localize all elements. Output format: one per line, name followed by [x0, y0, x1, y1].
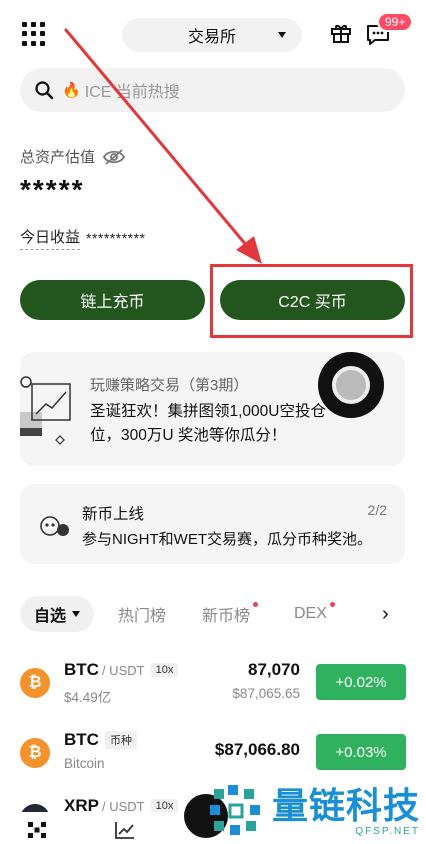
watermark-title: 量链科技 — [272, 784, 421, 826]
market-row[interactable]: ₿ BTC / USDT 10x $4.49亿 87,070 $87,065.6… — [20, 656, 406, 714]
tab-dex[interactable]: DEX — [294, 596, 335, 632]
promo-card-new-listing[interactable]: 新币上线 参与NIGHT和WET交易赛，瓜分币种奖池。 2/2 — [20, 484, 405, 564]
tab-favorites[interactable]: 自选 — [20, 596, 95, 632]
search-bar[interactable]: 🔥 ICE 当前热搜 — [20, 68, 405, 112]
tab-dex-label: DEX — [294, 605, 327, 622]
btc-coin-icon: ₿ — [20, 738, 50, 768]
total-assets-text: 总资产估值 — [20, 149, 96, 166]
symbol-name: BTC — [64, 660, 99, 679]
symbol-quote: / USDT — [101, 662, 145, 678]
market-row[interactable]: ₿ BTC 币种 Bitcoin $87,066.80 +0.03% — [20, 726, 406, 784]
symbol-name: BTC — [64, 730, 99, 749]
watermark-domain: QFSP.NET — [355, 825, 421, 837]
highlight-box — [210, 264, 413, 338]
leverage-tag: 10x — [150, 799, 179, 813]
new-coin-icon — [40, 516, 69, 536]
promo-strategy-title: 玩赚策略交易（第3期） — [90, 377, 249, 394]
today-pnl-value: ********** — [86, 230, 146, 246]
fire-icon: 🔥 — [62, 82, 81, 99]
caret-down-icon — [72, 611, 81, 617]
search-icon — [35, 81, 54, 100]
tab-hot-label: 热门榜 — [118, 608, 167, 625]
strategy-chart-icon — [20, 376, 71, 445]
tabs-more-chevron-icon[interactable]: › — [382, 596, 389, 632]
exchange-switcher[interactable]: 交易所 — [122, 18, 302, 52]
deposit-button[interactable]: 链上充币 — [20, 280, 205, 320]
exchange-label: 交易所 — [187, 29, 236, 46]
floating-ring-icon — [332, 366, 370, 404]
market-tabs: 自选 热门榜 新币榜 DEX › — [20, 596, 410, 632]
promo-new-desc: 参与NIGHT和WET交易赛，瓜分币种奖池。 — [82, 531, 372, 548]
eye-off-icon[interactable] — [103, 148, 126, 166]
total-assets-label: 总资产估值 — [20, 146, 126, 167]
notification-badge: 99+ — [377, 12, 414, 32]
gift-icon[interactable] — [330, 22, 352, 44]
market-chart-icon[interactable] — [114, 820, 136, 840]
app-screen: 交易所 99+ 🔥 ICE 当前热搜 总资产估值 ***** 今日收益 ****… — [0, 0, 426, 844]
tab-hot[interactable]: 热门榜 — [118, 596, 166, 632]
total-assets-value: ***** — [20, 174, 85, 205]
search-placeholder: ICE 当前热搜 — [84, 84, 180, 101]
today-pnl[interactable]: 今日收益 ********** — [20, 226, 146, 250]
tab-new-listings[interactable]: 新币榜 — [202, 596, 259, 632]
promo-new-title: 新币上线 — [82, 506, 145, 523]
change-badge[interactable]: +0.03% — [316, 734, 406, 770]
watermark-text: 量链科技 QFSP.NET — [272, 784, 421, 837]
tab-new-label: 新币榜 — [202, 608, 251, 625]
promo-pager: 2/2 — [367, 502, 387, 518]
market-symbol: BTC / USDT 10x — [64, 660, 179, 680]
price-usd: $87,065.65 — [232, 686, 300, 701]
watermark-logo — [210, 785, 260, 835]
promo-strategy-desc: 圣诞狂欢！集拼图领1,000U空投仓位，300万U 奖池等你瓜分！ — [90, 403, 326, 444]
market-symbol: BTC 币种 — [64, 730, 137, 750]
top-bar: 交易所 99+ — [0, 0, 426, 70]
floating-assist-button[interactable] — [318, 352, 384, 418]
new-dot-indicator — [253, 602, 259, 607]
btc-coin-icon: ₿ — [20, 668, 50, 698]
change-badge[interactable]: +0.02% — [316, 664, 406, 700]
coin-fullname: Bitcoin — [64, 756, 105, 771]
dex-dot-indicator — [329, 602, 335, 607]
last-price: $87,066.80 — [214, 740, 300, 759]
apps-grid-icon[interactable] — [22, 22, 46, 46]
last-price: 87,070 — [248, 660, 300, 679]
volume-text: $4.49亿 — [64, 690, 112, 705]
watermark: 量链科技 QFSP.NET — [208, 778, 426, 844]
caret-down-icon — [278, 32, 286, 38]
leverage-tag: 10x — [150, 663, 179, 677]
spot-tag: 币种 — [104, 731, 137, 749]
tab-favorites-label: 自选 — [34, 608, 67, 625]
today-pnl-label: 今日收益 — [20, 226, 81, 250]
home-logo-icon[interactable] — [26, 820, 48, 840]
